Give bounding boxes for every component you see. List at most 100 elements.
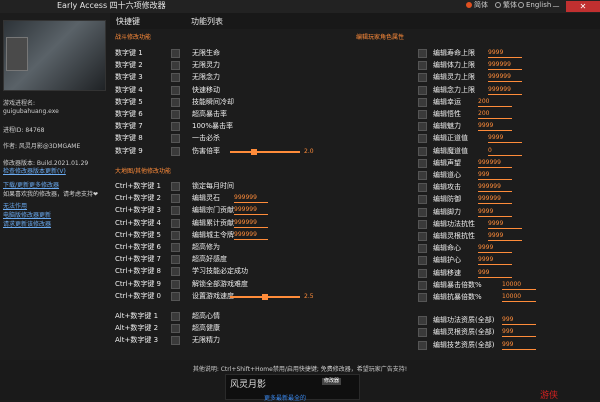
stat-value-field[interactable]: 999 xyxy=(502,340,536,350)
stat-label: 编辑功法抗性 xyxy=(433,219,475,228)
pc-update-link[interactable]: 电脑版修改器更新 xyxy=(3,212,51,219)
stat-value-field[interactable]: 999 xyxy=(502,315,536,326)
stat-value-field[interactable]: 9999 xyxy=(488,48,522,58)
stat-value-field[interactable]: 10000 xyxy=(502,292,536,302)
function-label: 无限灵力 xyxy=(192,61,220,70)
toggle-button[interactable] xyxy=(171,230,180,240)
stat-value-field[interactable]: 9999 xyxy=(488,133,522,144)
toggle-button[interactable] xyxy=(418,73,427,83)
toggle-button[interactable] xyxy=(171,243,180,252)
toggle-button[interactable] xyxy=(418,207,427,217)
toggle-button[interactable] xyxy=(418,183,427,193)
stat-value-field[interactable]: 9999 xyxy=(478,207,512,217)
toggle-button[interactable] xyxy=(171,61,180,71)
slider-knob[interactable] xyxy=(261,293,268,300)
lang-traditional[interactable]: 繁体 xyxy=(495,0,517,11)
stat-label: 编辑道心 xyxy=(433,171,461,179)
function-label: 一击必杀 xyxy=(192,134,220,143)
value-field[interactable]: 999999 xyxy=(234,230,268,240)
stat-value-field[interactable]: 999999 xyxy=(488,60,522,71)
toggle-button[interactable] xyxy=(171,146,180,156)
value-field[interactable]: 999999 xyxy=(234,193,268,204)
request-update-link[interactable]: 请求更新该修改器 xyxy=(3,221,51,228)
cheat-row: Ctrl+数字键 0 设置游戏速度 2.5 xyxy=(115,291,355,302)
toggle-button[interactable] xyxy=(418,328,427,338)
player-stat-row: 编辑魅力 9999 xyxy=(418,121,588,132)
stat-value-field[interactable]: 999999 xyxy=(478,194,512,205)
toggle-button[interactable] xyxy=(418,122,427,132)
toggle-button[interactable] xyxy=(171,279,180,289)
stat-value-field[interactable]: 999999 xyxy=(478,182,512,193)
stat-value-field[interactable]: 999 xyxy=(478,170,512,180)
cheat-row: Ctrl+数字键 1 锁定每月时间 xyxy=(115,181,355,192)
toggle-button[interactable] xyxy=(171,336,180,346)
player-stat-row: 编辑灵根抗性 9999 xyxy=(418,231,588,242)
check-update-link[interactable]: 检查修改器版本更新(V) xyxy=(3,168,66,175)
close-button[interactable]: ✕ xyxy=(566,1,600,12)
slider-knob[interactable] xyxy=(251,148,257,155)
toggle-button[interactable] xyxy=(418,158,427,168)
hotkey-label: Ctrl+数字键 1 xyxy=(115,182,161,190)
toggle-button[interactable] xyxy=(171,49,180,58)
slider-track[interactable] xyxy=(230,150,300,153)
download-more-link[interactable]: 下载/更新更多修改器 xyxy=(3,182,59,189)
lang-english[interactable]: English xyxy=(518,0,551,11)
toggle-button[interactable] xyxy=(418,244,427,254)
toggle-button[interactable] xyxy=(418,340,427,350)
toggle-button[interactable] xyxy=(418,280,427,290)
toggle-button[interactable] xyxy=(171,97,180,107)
stat-value-field[interactable]: 9999 xyxy=(488,231,522,241)
toggle-button[interactable] xyxy=(171,110,180,119)
toggle-button[interactable] xyxy=(418,49,427,58)
stat-value-field[interactable]: 9999 xyxy=(478,255,512,266)
toggle-button[interactable] xyxy=(418,97,427,107)
toggle-button[interactable] xyxy=(418,232,427,241)
cheat-row: 数字键 4 快速移动 xyxy=(115,85,355,96)
toggle-button[interactable] xyxy=(171,312,180,321)
toggle-button[interactable] xyxy=(418,316,427,326)
toggle-button[interactable] xyxy=(171,218,180,228)
toggle-button[interactable] xyxy=(418,134,427,144)
toggle-button[interactable] xyxy=(171,182,180,191)
toggle-button[interactable] xyxy=(171,291,180,301)
toggle-button[interactable] xyxy=(418,85,427,95)
stat-value-field[interactable]: 9999 xyxy=(478,243,512,254)
toggle-button[interactable] xyxy=(418,171,427,180)
toggle-button[interactable] xyxy=(418,268,427,278)
toggle-button[interactable] xyxy=(418,256,427,266)
value-field[interactable]: 999999 xyxy=(234,218,268,228)
stat-value-field[interactable]: 0 xyxy=(488,146,522,156)
stat-value-field[interactable]: 999999 xyxy=(488,85,522,95)
toggle-button[interactable] xyxy=(418,219,427,229)
toggle-button[interactable] xyxy=(418,61,427,71)
stat-value-field[interactable]: 9999 xyxy=(478,121,512,132)
toggle-button[interactable] xyxy=(418,293,427,302)
lang-simplified[interactable]: 简体 xyxy=(466,0,488,11)
stat-value-field[interactable]: 200 xyxy=(478,109,512,119)
toggle-button[interactable] xyxy=(171,134,180,144)
toggle-button[interactable] xyxy=(418,195,427,205)
value-field[interactable]: 999999 xyxy=(234,205,268,216)
minimize-button[interactable]: — xyxy=(548,1,564,12)
lang-label: 繁体 xyxy=(503,1,517,9)
toggle-button[interactable] xyxy=(171,85,180,95)
stat-value-field[interactable]: 999 xyxy=(502,327,536,338)
toggle-button[interactable] xyxy=(171,267,180,277)
stat-value-field[interactable]: 999999 xyxy=(488,72,522,83)
col-hotkey: 快捷键 xyxy=(116,17,140,26)
cheat-row: Ctrl+数字键 4 编辑累计贡献 999999 xyxy=(115,218,355,229)
stat-value-field[interactable]: 9999 xyxy=(488,219,522,229)
toggle-button[interactable] xyxy=(171,324,180,334)
stat-value-field[interactable]: 200 xyxy=(478,97,512,107)
toggle-button[interactable] xyxy=(171,73,180,83)
stat-value-field[interactable]: 10000 xyxy=(502,280,536,290)
stat-value-field[interactable]: 999999 xyxy=(478,158,512,168)
not-working-link[interactable]: 无法作用 xyxy=(3,203,27,210)
toggle-button[interactable] xyxy=(171,194,180,204)
toggle-button[interactable] xyxy=(418,146,427,156)
toggle-button[interactable] xyxy=(171,255,180,265)
toggle-button[interactable] xyxy=(418,110,427,119)
toggle-button[interactable] xyxy=(171,122,180,132)
toggle-button[interactable] xyxy=(171,206,180,216)
stat-value-field[interactable]: 999 xyxy=(478,268,512,278)
